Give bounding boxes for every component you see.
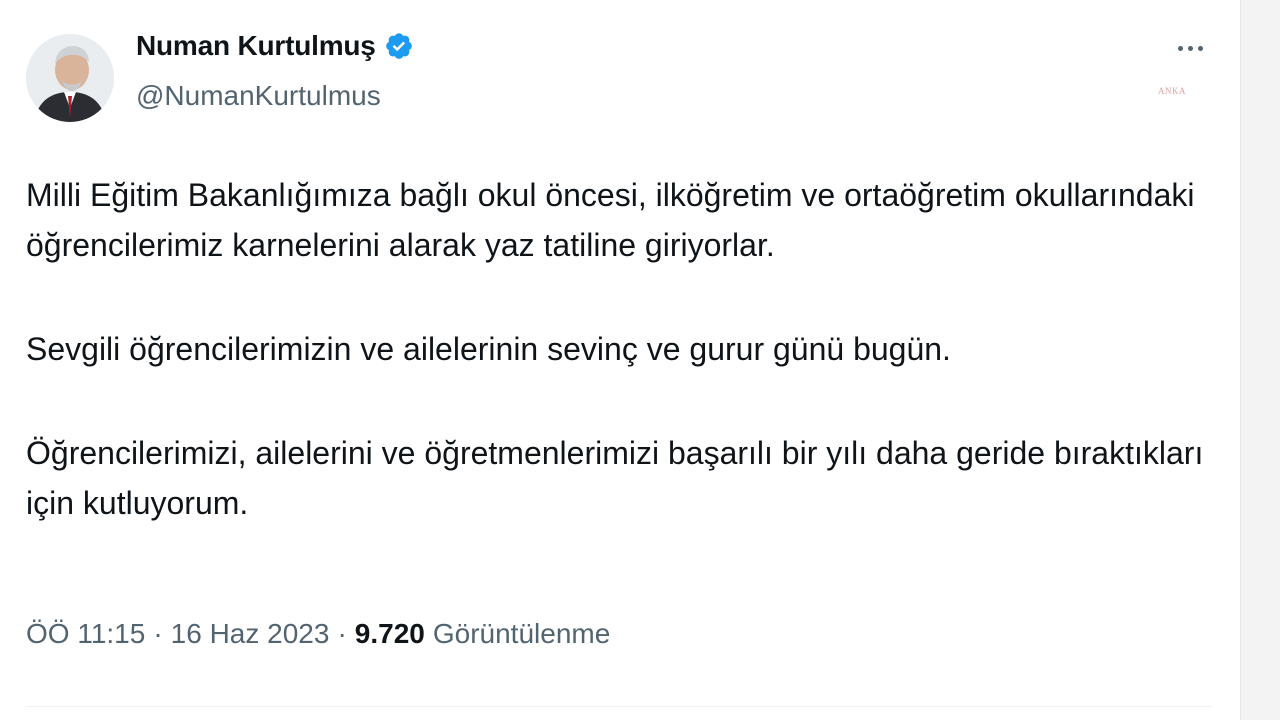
watermark: ANKA <box>1158 86 1186 96</box>
meta-separator: · <box>337 618 347 649</box>
author-name-row: Numan Kurtulmuş <box>136 30 414 62</box>
side-panel-edge <box>1240 0 1280 720</box>
avatar-image <box>26 34 114 122</box>
author-handle[interactable]: @NumanKurtulmus <box>136 80 381 112</box>
tweet-card: Numan Kurtulmuş @NumanKurtulmus ANKA Mil… <box>0 0 1240 720</box>
more-dot <box>1197 45 1203 51</box>
tweet-meta: ÖÖ 11:15 · 16 Haz 2023 · 9.720 Görüntüle… <box>26 618 610 650</box>
divider <box>26 706 1212 707</box>
tweet-paragraph: Sevgili öğrencilerimizin ve ailelerinin … <box>26 331 951 367</box>
verified-badge-icon <box>384 31 414 61</box>
author-display-name[interactable]: Numan Kurtulmuş <box>136 30 376 62</box>
tweet-text: Milli Eğitim Bakanlığımıza bağlı okul ön… <box>26 170 1206 528</box>
meta-separator: · <box>153 618 163 649</box>
views-label: Görüntülenme <box>432 618 611 649</box>
tweet-paragraph: Öğrencilerimizi, ailelerini ve öğretmenl… <box>26 435 1204 521</box>
more-horizontal-icon <box>1177 45 1183 51</box>
author-avatar[interactable] <box>26 34 114 122</box>
more-options-button[interactable] <box>1170 34 1210 62</box>
views-count: 9.720 <box>354 618 425 649</box>
tweet-paragraph: Milli Eğitim Bakanlığımıza bağlı okul ön… <box>26 177 1195 263</box>
tweet-time[interactable]: ÖÖ 11:15 <box>26 618 145 650</box>
more-dot <box>1187 45 1193 51</box>
tweet-date[interactable]: 16 Haz 2023 <box>171 618 330 650</box>
